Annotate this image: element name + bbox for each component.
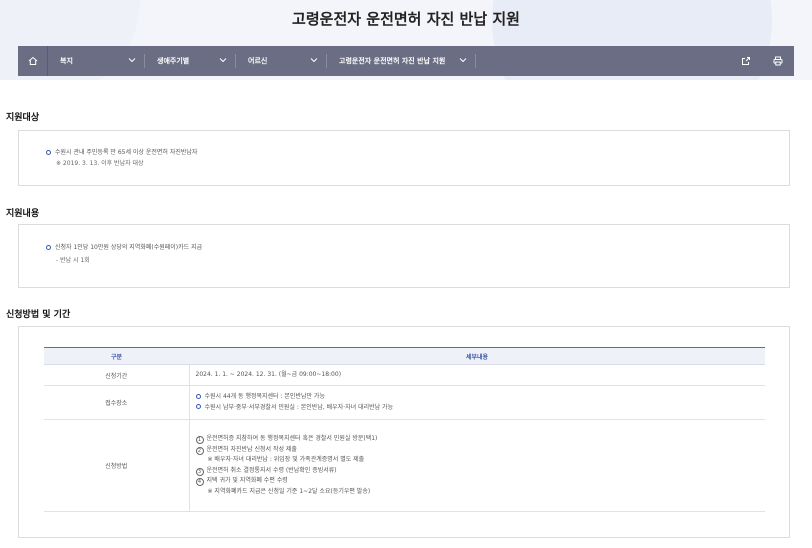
bullet-icon [46,149,51,155]
table-header-row: 구분 세부내용 [44,347,765,365]
row-content: 수원시 44개 동 행정복지센터 : 본인반납만 가능 수원시 남부·중부·서부… [189,385,766,420]
nav-item-seniors[interactable]: 어르신 [236,46,326,76]
eligibility-text: 수원시 관내 주민등록 만 65세 이상 운전면허 자진반납자 [55,149,198,156]
step-number-icon: 2 [195,446,204,455]
support-item: 신청자 1인당 10만원 상당의 지역화폐(수원페이)카드 지급 [46,242,202,251]
nav-divider [475,54,476,68]
step-text: 운전면허증 지참하여 동 행정복지센터 혹은 경찰서 민원실 방문(택1) [206,435,378,442]
support-box [18,224,790,288]
content-line: 수원시 남부·중부·서부경찰서 민원실 : 본인반납, 배우자·자녀 대리반납 … [195,403,766,414]
print-button[interactable] [762,46,794,76]
home-icon [28,56,37,65]
content-text: 수원시 44개 동 행정복지센터 : 본인반납만 가능 [204,393,325,400]
step-line: 3 운전면허 취소 결정통지서 수령 (반납확인 증빙서류) [195,466,766,477]
bullet-icon [46,244,51,250]
step-note: ※ 지역화폐카드 지급은 신청일 기준 1~2달 소요(등기우편 발송) [207,487,371,495]
nav-item-label: 생애주기별 [157,57,190,65]
table-row: 접수장소 수원시 44개 동 행정복지센터 : 본인반납만 가능 수원시 남부·… [44,385,766,420]
step-text: 운전면허 취소 결정통지서 수령 (반납확인 증빙서류) [206,466,337,474]
nav-item-label: 어르신 [248,57,268,65]
nav-item-license-return[interactable]: 고령운전자 운전면허 자진 반납 지원 [327,46,475,76]
nav-item-label: 복지 [60,57,73,65]
page-title: 고령운전자 운전면허 자진 반납 지원 [292,10,520,28]
support-text: 신청자 1인당 10만원 상당의 지역화폐(수원페이)카드 지급 [55,244,203,251]
bullet-icon [195,404,201,409]
table-header: 구분 [44,347,189,365]
row-label: 신청방법 [44,419,190,512]
step-text: 지택 귀가 및 지역화폐 수편 수령 [206,477,288,484]
application-table: 구분 세부내용 신청기간 2024. 1. 1. ~ 2024. 12. 31.… [44,347,765,512]
table-header: 세부내용 [189,347,765,365]
step-line: 4 지택 귀가 및 지역화폐 수편 수령 [195,476,766,487]
content-text: 수원시 남부·중부·서부경찰서 민원실 : 본인반납, 배우자·자녀 대리반납 … [204,403,394,411]
chevron-down-icon [459,58,467,63]
eligibility-note: ※ 2019. 3. 13. 이후 반납자 대상 [56,160,144,167]
section-title-application: 신청방법 및 기간 [6,310,71,320]
chevron-down-icon [219,58,227,63]
table-row: 신청방법 1 운전면허증 지참하여 동 행정복지센터 혹은 경찰서 민원실 방문(… [44,419,766,512]
row-content: 1 운전면허증 지참하여 동 행정복지센터 혹은 경찰서 민원실 방문(택1) 2… [189,419,766,512]
share-button[interactable] [730,46,762,76]
nav-item-welfare[interactable]: 복지 [48,46,144,76]
step-number-icon: 1 [195,436,204,444]
table-row: 신청기간 2024. 1. 1. ~ 2024. 12. 31. (월~금 09… [44,364,765,386]
row-label: 접수장소 [44,385,190,420]
print-icon [773,56,783,66]
eligibility-item: 수원시 관내 주민등록 만 65세 이상 운전면허 자진반납자 [46,147,197,156]
row-label: 신청기간 [44,364,190,386]
step-text: 운전면허 자진반납 신청서 작성 제출 [206,445,297,453]
share-icon [742,57,750,65]
breadcrumb-nav: 복지 생애주기별 어르신 고령운전자 운전면허 자진 반납 지원 [18,46,794,76]
support-note: - 반납 시 1회 [56,257,90,264]
step-number-icon: 4 [195,478,204,486]
chevron-down-icon [128,58,136,63]
section-title-eligibility: 지원대상 [6,113,40,123]
nav-item-lifecycle[interactable]: 생애주기별 [145,46,235,76]
chevron-down-icon [310,58,318,63]
step-note: ※ 배우자·자녀 대리반납 : 위임장 및 가족관계증명서 별도 제출 [207,456,365,463]
home-button[interactable] [18,46,48,76]
bullet-icon [195,393,201,399]
section-title-support: 지원내용 [6,209,40,219]
content-line: 수원시 44개 동 행정복지센터 : 본인반납만 가능 [195,392,766,403]
content-line: 2024. 1. 1. ~ 2024. 12. 31. (월~금 09:00~1… [195,370,342,378]
nav-item-label: 고령운전자 운전면허 자진 반납 지원 [339,57,446,65]
row-content: 2024. 1. 1. ~ 2024. 12. 31. (월~금 09:00~1… [189,364,765,386]
step-line: 2 운전면허 자진반납 신청서 작성 제출 [195,445,766,456]
step-line: 1 운전면허증 지참하여 동 행정복지센터 혹은 경찰서 민원실 방문(택1) [195,434,766,445]
step-number-icon: 3 [195,467,204,476]
